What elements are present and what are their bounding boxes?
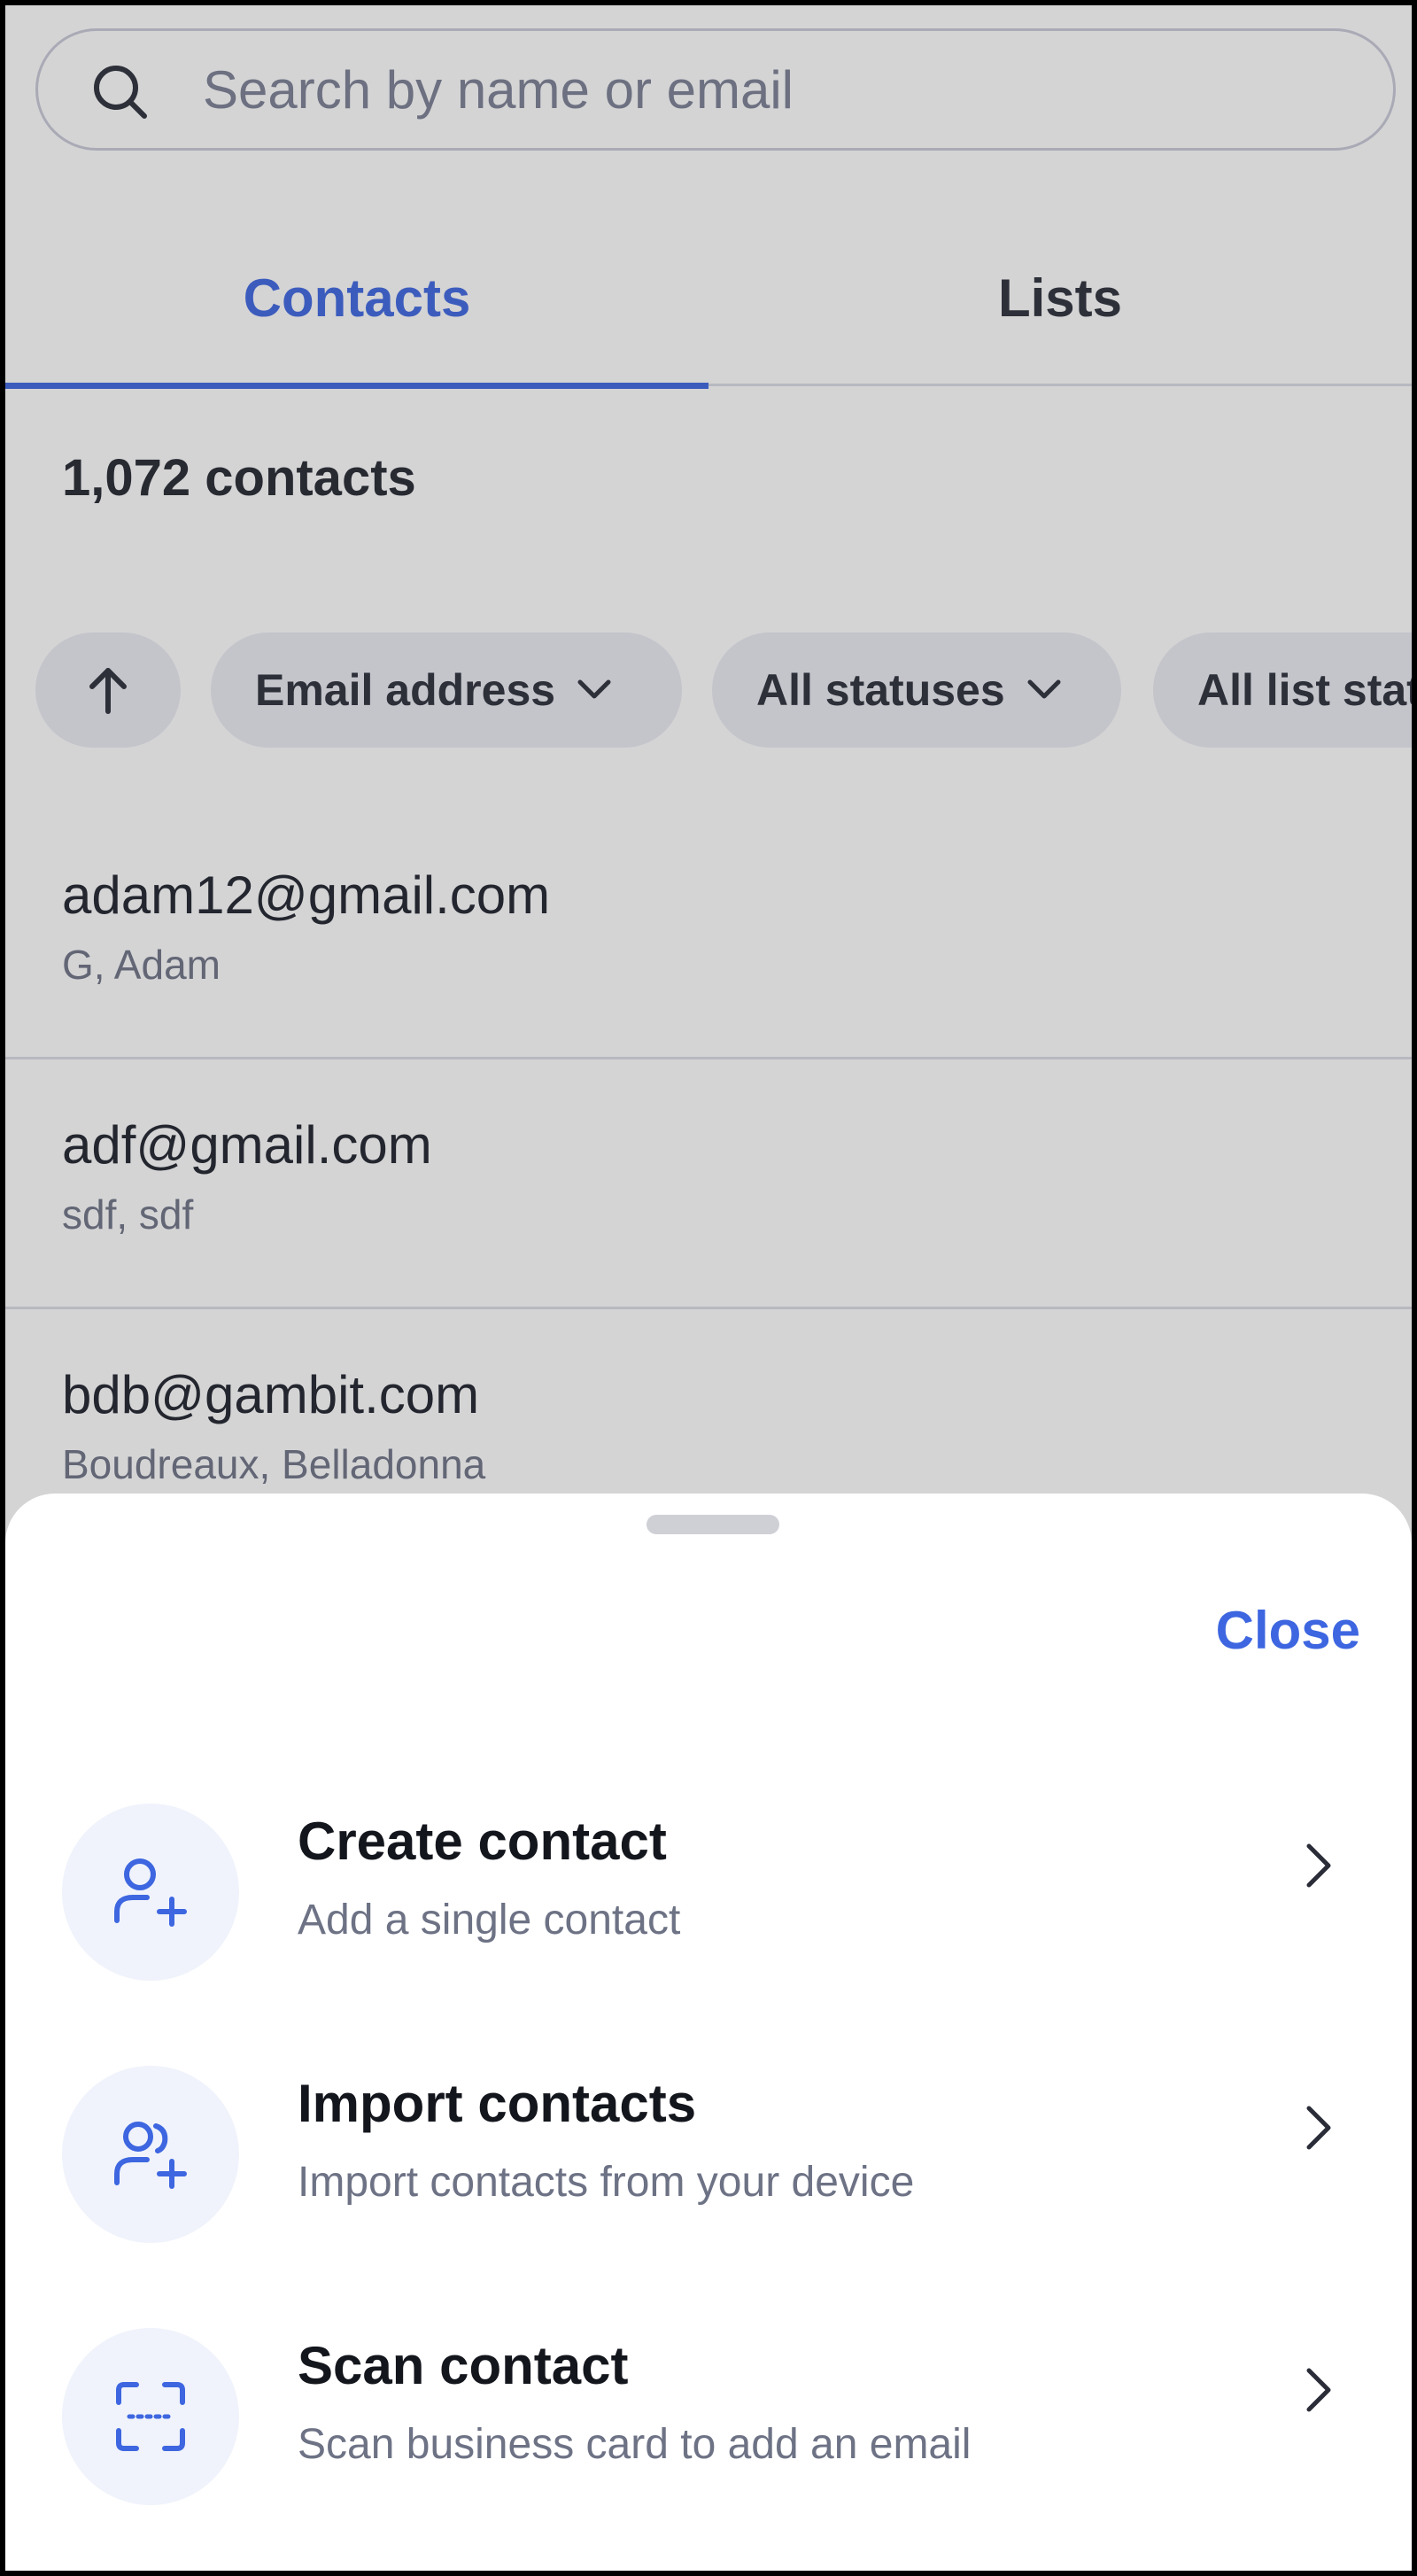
chevron-right-icon	[1306, 2368, 1331, 2412]
chevron-right-icon	[1306, 1843, 1331, 1888]
option-subtitle: Import contacts from your device	[298, 2159, 915, 2206]
scan-icon	[116, 2382, 185, 2451]
screen: Contacts Lists 1,072 contacts Email addr…	[5, 5, 1412, 2571]
icon-container	[62, 2328, 239, 2505]
import-contacts-option[interactable]: Import contacts Import contacts from you…	[5, 2048, 1412, 2278]
person-add-icon	[114, 1858, 187, 1927]
option-subtitle: Add a single contact	[298, 1897, 681, 1944]
option-title: Scan contact	[298, 2336, 629, 2395]
option-title: Create contact	[298, 1812, 667, 1871]
sheet-drag-handle[interactable]	[647, 1515, 779, 1534]
close-button[interactable]: Close	[1216, 1600, 1360, 1661]
chevron-right-icon	[1306, 2106, 1331, 2150]
icon-container	[62, 1804, 239, 1981]
device-frame: Contacts Lists 1,072 contacts Email addr…	[0, 0, 1417, 2576]
add-contact-sheet: Close Create contact Add a single contac…	[5, 1494, 1412, 2571]
people-add-icon	[114, 2122, 187, 2189]
icon-container	[62, 2066, 239, 2243]
create-contact-option[interactable]: Create contact Add a single contact	[5, 1786, 1412, 2016]
scan-contact-option[interactable]: Scan contact Scan business card to add a…	[5, 2310, 1412, 2541]
option-subtitle: Scan business card to add an email	[298, 2421, 972, 2468]
option-title: Import contacts	[298, 2074, 697, 2133]
